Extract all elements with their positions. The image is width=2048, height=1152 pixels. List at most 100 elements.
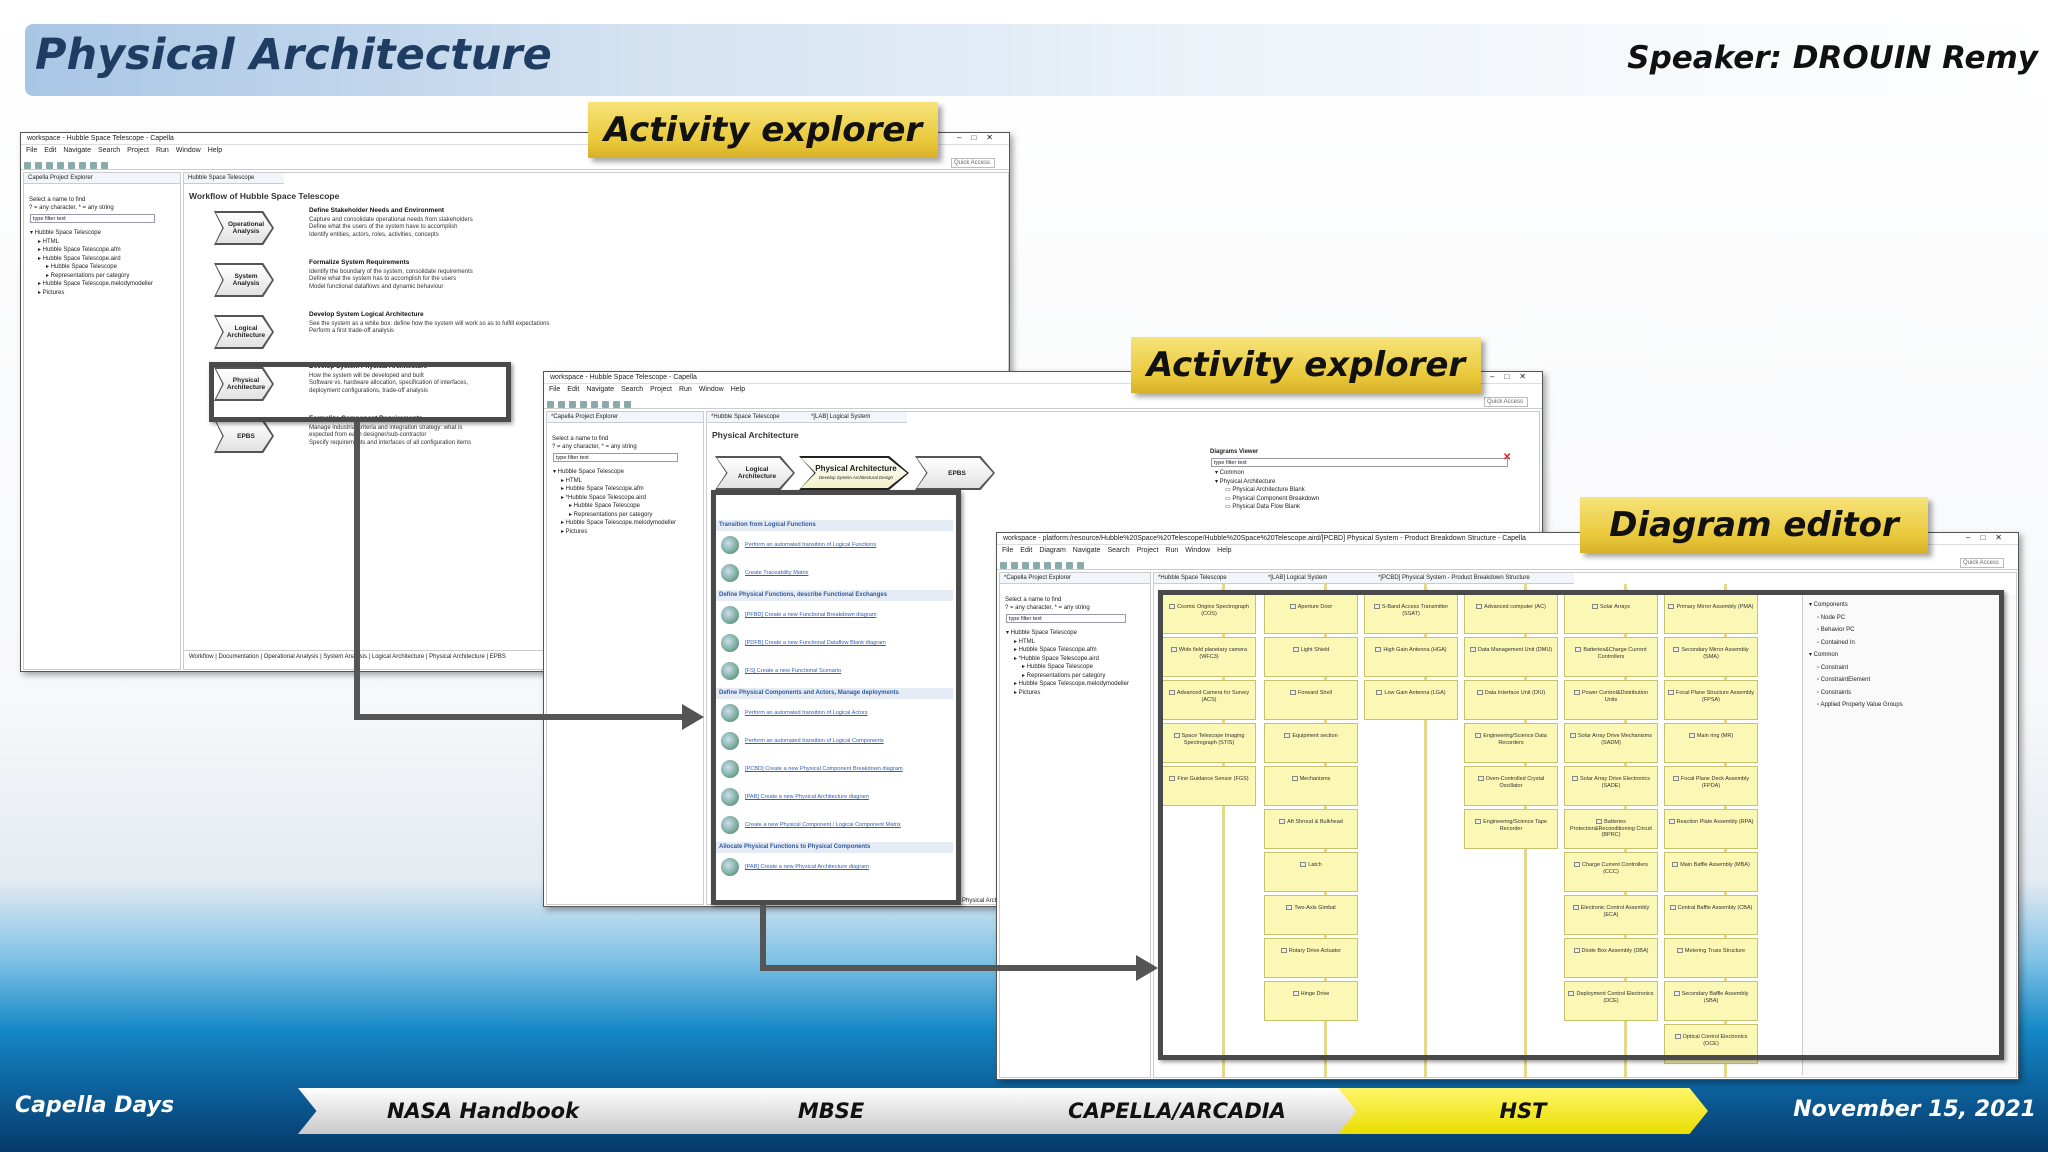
tab-hubble-editor[interactable]: Hubble Space Telescope: [184, 173, 284, 184]
menu-item[interactable]: Run: [679, 386, 692, 393]
tree-item[interactable]: ▾ Hubble Space Telescope: [30, 229, 180, 238]
filter-input[interactable]: type filter text: [30, 214, 155, 223]
menu-item[interactable]: Window: [699, 386, 724, 393]
toolbar[interactable]: Quick Access: [997, 556, 2018, 570]
tree-item[interactable]: ▸ Hubble Space Telescope.aird: [30, 255, 180, 264]
menu-item[interactable]: Window: [176, 147, 201, 154]
tree-item[interactable]: ▸ HTML: [553, 477, 703, 486]
tree-item[interactable]: ▸ Representations per category: [1006, 672, 1150, 681]
toolbar[interactable]: Quick Access: [544, 395, 1542, 409]
tree-item[interactable]: ▸ Hubble Space Telescope: [553, 502, 703, 511]
quick-access-input[interactable]: Quick Access: [951, 158, 995, 168]
menu-item[interactable]: Project: [650, 386, 672, 393]
tree-item[interactable]: ▸ *Hubble Space Telescope.aird: [1006, 655, 1150, 664]
tree-item[interactable]: ▸ Hubble Space Telescope.melodymodeller: [30, 280, 180, 289]
menu-item[interactable]: File: [1002, 547, 1013, 554]
menu-item[interactable]: Navigate: [63, 147, 91, 154]
window-controls[interactable]: –□✕: [957, 133, 1003, 142]
tree-item[interactable]: ▸ Hubble Space Telescope.melodymodeller: [553, 519, 703, 528]
menu-item[interactable]: Search: [1107, 547, 1129, 554]
project-tree[interactable]: ▾ Hubble Space Telescope ▸ HTML ▸ Hubble S…: [1000, 629, 1150, 697]
menu-item[interactable]: Diagram: [1039, 547, 1065, 554]
highlight-physical-step: [209, 362, 511, 422]
editor-tab[interactable]: *[LAB] Logical System: [1264, 573, 1374, 584]
tree-item[interactable]: ▸ Pictures: [553, 528, 703, 537]
menu-item[interactable]: Window: [1185, 547, 1210, 554]
menu-item[interactable]: Edit: [1020, 547, 1032, 554]
step-title[interactable]: Define Stakeholder Needs and Environment: [309, 207, 473, 215]
diagrams-tree[interactable]: ▾ Common ▾ Physical Architecture ▭ Physica…: [1205, 469, 1535, 512]
tab-project-explorer[interactable]: *Capella Project Explorer: [547, 412, 703, 423]
tree-item[interactable]: ▸ Hubble Space Telescope.melodymodeller: [1006, 680, 1150, 689]
filter-input[interactable]: type filter text: [1006, 614, 1126, 623]
editor-tab[interactable]: *Hubble Space Telescope: [1154, 573, 1264, 584]
diagram-tree-item[interactable]: ▭ Physical Data Flow Blank: [1215, 503, 1535, 512]
breadcrumb-3[interactable]: CAPELLA/ARCADIA: [992, 1088, 1362, 1134]
step-title[interactable]: Formalize System Requirements: [309, 259, 473, 267]
close-icon[interactable]: ✕: [1503, 452, 1511, 463]
diagram-tree-item[interactable]: ▾ Physical Architecture: [1215, 478, 1535, 487]
diagram-tree-item[interactable]: ▭ Physical Architecture Blank: [1215, 486, 1535, 495]
breadcrumb-4[interactable]: HST: [1338, 1088, 1708, 1134]
project-tree[interactable]: ▾ Hubble Space Telescope ▸ HTML ▸ Hubble S…: [547, 468, 703, 536]
breadcrumb-2[interactable]: MBSE: [646, 1088, 1016, 1134]
tree-item[interactable]: ▸ Hubble Space Telescope: [1006, 663, 1150, 672]
menu-item[interactable]: File: [26, 147, 37, 154]
project-explorer: Capella Project Explorer Select a name t…: [23, 172, 181, 670]
quick-access-input[interactable]: Quick Access: [1484, 397, 1528, 407]
tree-item[interactable]: ▸ HTML: [30, 238, 180, 247]
tree-item[interactable]: ▸ Hubble Space Telescope.afm: [553, 485, 703, 494]
breadcrumb-1[interactable]: NASA Handbook: [298, 1088, 668, 1134]
diagram-tree-item[interactable]: ▾ Common: [1215, 469, 1535, 478]
tree-item[interactable]: ▸ Pictures: [30, 289, 180, 298]
menu-item[interactable]: Edit: [567, 386, 579, 393]
menu-item[interactable]: Help: [208, 147, 222, 154]
menu-item[interactable]: Run: [156, 147, 169, 154]
workflow-chevron[interactable]: Operational Analysis: [214, 211, 274, 245]
tree-item[interactable]: ▸ Hubble Space Telescope.afm: [30, 246, 180, 255]
tree-item[interactable]: ▸ Hubble Space Telescope: [30, 263, 180, 272]
menu-item[interactable]: Edit: [44, 147, 56, 154]
window-controls[interactable]: –□✕: [1966, 533, 2012, 542]
menu-item[interactable]: Project: [1137, 547, 1159, 554]
workflow-chevron[interactable]: EPBS: [214, 419, 274, 453]
chevron-logical-architecture[interactable]: Logical Architecture: [715, 456, 795, 490]
project-tree[interactable]: ▾ Hubble Space Telescope ▸ HTML ▸ Hubble S…: [24, 229, 180, 297]
side-label: Physical Arch: [962, 898, 999, 904]
menu-item[interactable]: Navigate: [586, 386, 614, 393]
window-controls[interactable]: –□✕: [1490, 372, 1536, 381]
quick-access-input[interactable]: Quick Access: [1960, 558, 2004, 568]
menu-item[interactable]: Project: [127, 147, 149, 154]
tab-logical-system[interactable]: *[LAB] Logical System: [807, 412, 907, 423]
tree-item[interactable]: ▸ *Hubble Space Telescope.aird: [553, 494, 703, 503]
tree-item[interactable]: ▸ Representations per category: [30, 272, 180, 281]
step-title[interactable]: Develop System Logical Architecture: [309, 311, 549, 319]
menu-item[interactable]: Run: [1165, 547, 1178, 554]
chevron-physical-architecture[interactable]: Physical Architecture Develop System Arch…: [799, 456, 909, 490]
workflow-chevron[interactable]: System Analysis: [214, 263, 274, 297]
diagram-tree-item[interactable]: ▭ Physical Component Breakdown: [1215, 495, 1535, 504]
tab-hubble-editor[interactable]: *Hubble Space Telescope: [707, 412, 807, 423]
menu-item[interactable]: File: [549, 386, 560, 393]
viewer-filter-input[interactable]: type filter text: [1211, 458, 1508, 467]
footer-date: November 15, 2021: [1793, 1097, 2036, 1122]
chevron-epbs[interactable]: EPBS: [915, 456, 995, 490]
tree-item[interactable]: ▸ Pictures: [1006, 689, 1150, 698]
toolbar[interactable]: Quick Access: [21, 156, 1009, 170]
tree-item[interactable]: ▸ Representations per category: [553, 511, 703, 520]
menu-item[interactable]: Help: [731, 386, 745, 393]
step-description: Perform a first trade-off analysis: [309, 328, 394, 334]
menu-item[interactable]: Navigate: [1073, 547, 1101, 554]
menu-item[interactable]: Search: [621, 386, 643, 393]
tree-item[interactable]: ▸ Hubble Space Telescope.afm: [1006, 646, 1150, 655]
tab-project-explorer[interactable]: Capella Project Explorer: [24, 173, 180, 184]
editor-tab[interactable]: *[PCBD] Physical System - Product Breakd…: [1374, 573, 1574, 584]
tree-item[interactable]: ▾ Hubble Space Telescope: [1006, 629, 1150, 638]
filter-input[interactable]: type filter text: [553, 453, 678, 462]
workflow-chevron[interactable]: Logical Architecture: [214, 315, 274, 349]
tree-item[interactable]: ▾ Hubble Space Telescope: [553, 468, 703, 477]
menu-item[interactable]: Search: [98, 147, 120, 154]
menu-item[interactable]: Help: [1217, 547, 1231, 554]
tree-item[interactable]: ▸ HTML: [1006, 638, 1150, 647]
tab-project-explorer[interactable]: *Capella Project Explorer: [1000, 573, 1150, 584]
